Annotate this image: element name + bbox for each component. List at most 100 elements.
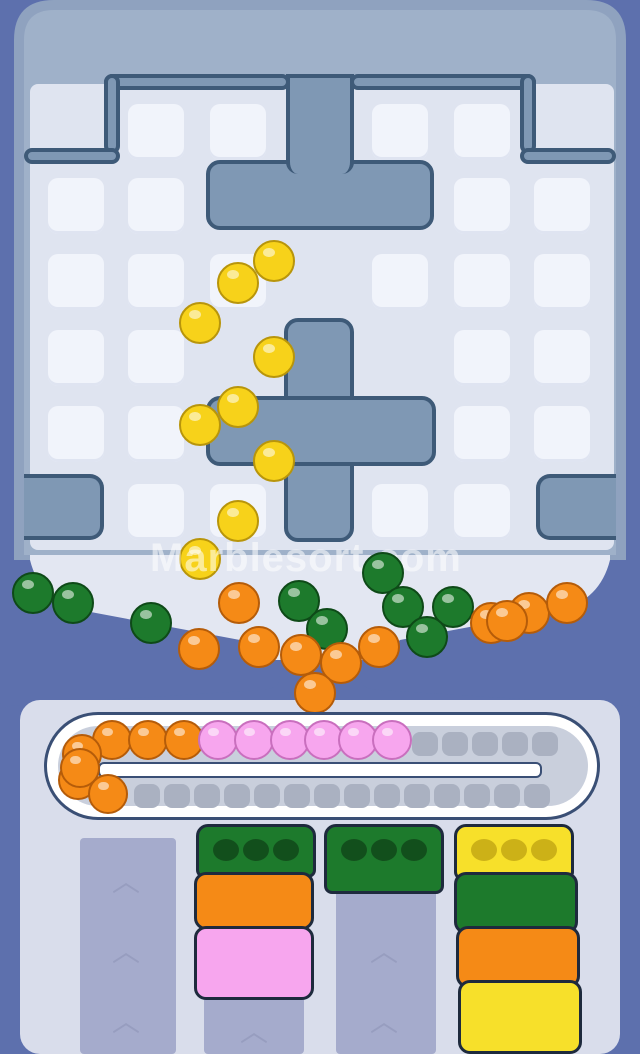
tray-slot <box>502 732 528 756</box>
cap-hole <box>531 839 557 861</box>
pink-block-col2[interactable] <box>194 926 314 1000</box>
tray-slot <box>254 784 280 808</box>
wall-bottom-right <box>536 474 616 540</box>
green-marble <box>406 616 448 658</box>
orange-marble <box>178 628 220 670</box>
tray-slot <box>134 784 160 808</box>
chevron-up-icon: ︿ <box>112 1005 141 1038</box>
cap-hole <box>501 839 527 861</box>
orange-marble <box>294 672 336 714</box>
tray-slot <box>374 784 400 808</box>
grid-cell <box>372 104 428 160</box>
pink-marble <box>372 720 412 760</box>
wall-t-stem <box>286 74 354 174</box>
yellow-marble <box>217 262 259 304</box>
orange-marble <box>60 748 100 788</box>
grid-cell <box>454 484 510 540</box>
tray-slot <box>224 784 250 808</box>
tray-rail <box>98 762 542 778</box>
orange-marble <box>280 634 322 676</box>
watermark: Marblesort.com <box>150 536 462 580</box>
tray-slot <box>442 732 468 756</box>
grid-cell <box>454 330 510 386</box>
green-cap-col3[interactable] <box>324 824 444 894</box>
grid-cell <box>128 254 184 310</box>
orange-marble <box>128 720 168 760</box>
wall-top-left-drop <box>104 74 120 154</box>
grid-cell <box>128 104 184 160</box>
grid-cell <box>534 406 590 462</box>
wall-top-right <box>350 74 536 90</box>
cap-hole <box>341 839 367 861</box>
yellow-marble <box>179 302 221 344</box>
green-marble <box>12 572 54 614</box>
chevron-up-icon: ︿ <box>240 1015 269 1048</box>
wall-right-ledge <box>520 148 616 164</box>
tray-slot <box>412 732 438 756</box>
wall-top-right-drop <box>520 74 536 154</box>
grid-cell <box>210 104 266 160</box>
wall-bottom-left <box>24 474 104 540</box>
grid-cell <box>372 484 428 540</box>
grid-cell <box>48 178 104 234</box>
green-marble <box>130 602 172 644</box>
tray-slot <box>314 784 340 808</box>
orange-marble <box>546 582 588 624</box>
grid-cell <box>48 254 104 310</box>
chevron-up-icon: ︿ <box>112 865 141 898</box>
grid-cell <box>454 178 510 234</box>
grid-cell <box>128 484 184 540</box>
grid-cell <box>48 406 104 462</box>
chevron-up-icon: ︿ <box>370 1005 399 1038</box>
yellow-marble <box>179 404 221 446</box>
grid-cell <box>372 254 428 310</box>
orange-marble <box>218 582 260 624</box>
cap-hole <box>243 839 269 861</box>
grid-cell <box>454 104 510 160</box>
cap-hole <box>213 839 239 861</box>
tray-slot <box>344 784 370 808</box>
cap-hole <box>371 839 397 861</box>
pink-marble <box>234 720 274 760</box>
green-marble <box>52 582 94 624</box>
tray-slot <box>404 784 430 808</box>
chevron-up-icon: ︿ <box>370 935 399 968</box>
wall-top-left <box>104 74 290 90</box>
orange-block-col4[interactable] <box>456 926 580 988</box>
cap-hole <box>273 839 299 861</box>
grid-cell <box>128 178 184 234</box>
grid-cell <box>534 178 590 234</box>
grid-cell <box>128 330 184 386</box>
tray-slot <box>194 784 220 808</box>
grid-cell <box>454 254 510 310</box>
orange-marble <box>486 600 528 642</box>
tray-slot <box>434 784 460 808</box>
grid-cell <box>534 254 590 310</box>
cap-hole <box>471 839 497 861</box>
pink-marble <box>198 720 238 760</box>
wall-left-ledge <box>24 148 120 164</box>
orange-block-col2[interactable] <box>194 872 314 930</box>
tray-slot <box>524 784 550 808</box>
yellow-marble <box>253 240 295 282</box>
tray-slot <box>494 784 520 808</box>
yellow-marble <box>217 386 259 428</box>
yellow-block-col4[interactable] <box>458 980 582 1054</box>
green-cap-col2[interactable] <box>196 824 316 878</box>
orange-marble <box>238 626 280 668</box>
tray-slot <box>472 732 498 756</box>
wall-cross-center <box>288 400 350 462</box>
green-block-col4[interactable] <box>454 872 578 934</box>
cap-hole <box>401 839 427 861</box>
grid-cell <box>454 406 510 462</box>
tray-slot <box>284 784 310 808</box>
grid-cell <box>534 330 590 386</box>
yellow-marble <box>253 336 295 378</box>
tray-slot <box>532 732 558 756</box>
chevron-up-icon: ︿ <box>112 935 141 968</box>
grid-cell <box>128 406 184 462</box>
yellow-marble <box>253 440 295 482</box>
grid-cell <box>48 330 104 386</box>
tray-slot <box>164 784 190 808</box>
tray-slot <box>464 784 490 808</box>
